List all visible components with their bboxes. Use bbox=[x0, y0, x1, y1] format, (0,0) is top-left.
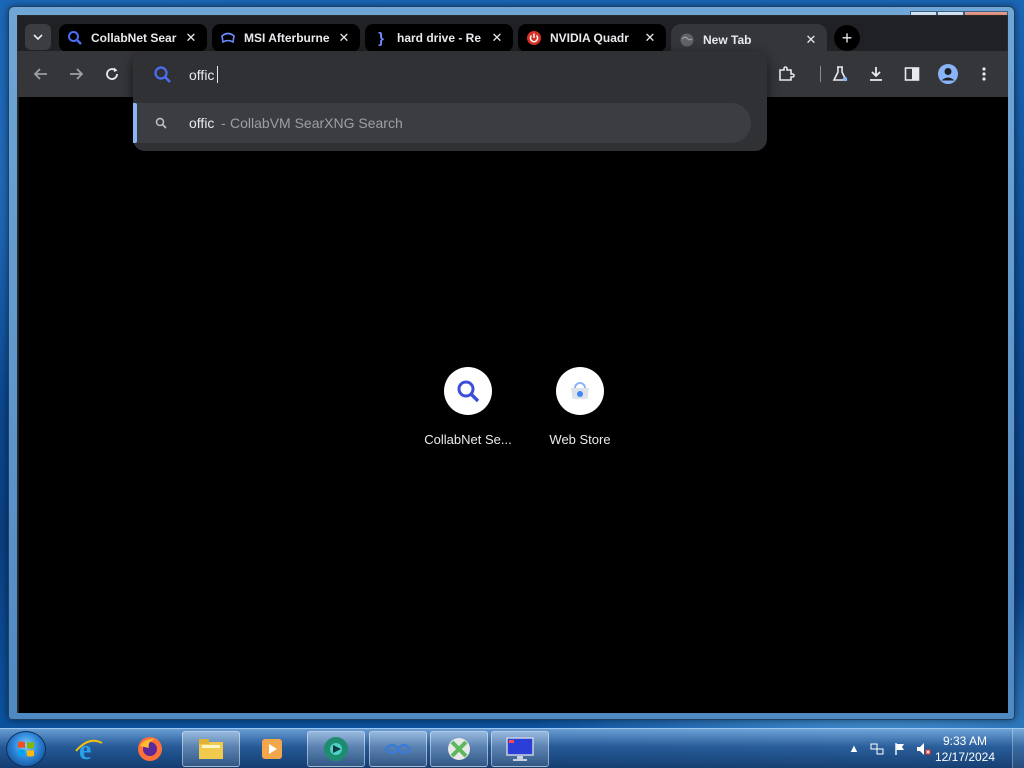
taskbar-teamviewer[interactable] bbox=[369, 731, 427, 767]
flask-icon bbox=[832, 66, 848, 82]
brace-icon: } bbox=[378, 29, 384, 47]
close-tab-icon[interactable]: ✕ bbox=[489, 30, 505, 46]
side-panel-icon bbox=[904, 67, 920, 81]
firefox-icon bbox=[138, 737, 162, 761]
clock-date: 12/17/2024 bbox=[934, 750, 996, 764]
xbox-icon bbox=[448, 738, 470, 760]
web-store-icon bbox=[571, 382, 589, 399]
tab-title: CollabNet Sear bbox=[91, 31, 177, 45]
suggestion-separator: - bbox=[221, 115, 226, 131]
close-tab-icon[interactable]: ✕ bbox=[803, 32, 819, 48]
shortcut-icon-tile bbox=[444, 367, 492, 415]
more-vert-icon bbox=[982, 67, 986, 81]
search-icon bbox=[155, 116, 167, 134]
shortcut-label: CollabNet Se... bbox=[424, 432, 512, 447]
toolbar-divider bbox=[820, 66, 821, 82]
avatar-icon bbox=[938, 64, 958, 84]
chevron-down-icon bbox=[33, 34, 43, 41]
reload-icon bbox=[106, 67, 118, 80]
tab-strip: CollabNet Sear ✕ MSI Afterburne ✕ } hard… bbox=[17, 15, 860, 56]
close-tab-icon[interactable]: ✕ bbox=[183, 30, 199, 46]
system-clock[interactable]: 9:33 AM 12/17/2024 bbox=[926, 733, 1004, 765]
tab-hard-drive[interactable]: } hard drive - Re ✕ bbox=[365, 24, 513, 52]
search-icon bbox=[67, 30, 83, 46]
clock-time: 9:33 AM bbox=[942, 734, 988, 748]
teamviewer-icon bbox=[384, 743, 412, 755]
tab-title: NVIDIA Quadr bbox=[550, 31, 629, 45]
tab-title: MSI Afterburne bbox=[244, 31, 330, 45]
taskbar-media-player[interactable] bbox=[243, 731, 301, 767]
tab-collabnet[interactable]: CollabNet Sear ✕ bbox=[59, 24, 207, 52]
forward-button[interactable] bbox=[64, 62, 88, 86]
suggestion-query: offic bbox=[189, 115, 215, 131]
action-center-flag-icon[interactable] bbox=[892, 741, 908, 757]
taskbar-chrome[interactable] bbox=[307, 731, 365, 767]
new-tab-button[interactable]: + bbox=[834, 25, 860, 51]
taskbar-file-explorer[interactable] bbox=[182, 731, 240, 767]
selection-indicator bbox=[133, 103, 137, 143]
extensions-button[interactable] bbox=[774, 62, 798, 86]
arrow-left-icon bbox=[33, 68, 47, 80]
start-button[interactable] bbox=[6, 731, 46, 767]
windows-logo-icon bbox=[18, 741, 34, 757]
show-hidden-icons-button[interactable]: ▲ bbox=[846, 741, 862, 757]
downloads-button[interactable] bbox=[864, 62, 888, 86]
globe-icon bbox=[679, 32, 695, 48]
search-icon bbox=[457, 380, 480, 403]
shortcut-icon-tile bbox=[556, 367, 604, 415]
shortcut-label: Web Store bbox=[549, 432, 611, 447]
power-icon bbox=[526, 30, 542, 46]
monitor-icon bbox=[506, 737, 534, 761]
network-icon[interactable] bbox=[869, 741, 885, 757]
plus-icon: + bbox=[841, 27, 853, 48]
side-panel-button[interactable] bbox=[900, 62, 924, 86]
profile-button[interactable] bbox=[936, 62, 960, 86]
show-desktop-button[interactable] bbox=[1012, 729, 1024, 768]
tab-title: hard drive - Re bbox=[397, 31, 482, 45]
new-tab-page: CollabNet Se... Web Store bbox=[19, 97, 1008, 713]
chrome-app-icon bbox=[324, 737, 348, 761]
taskbar: e ▲ 9:33 AM 12/17/2024 bbox=[0, 728, 1024, 768]
tab-title: New Tab bbox=[703, 33, 752, 47]
browser-window: — ☐ ✕ CollabNet Sear ✕ MSI Afterburne ✕ … bbox=[8, 6, 1015, 720]
tab-nvidia[interactable]: NVIDIA Quadr ✕ bbox=[518, 24, 666, 52]
taskbar-xbox[interactable] bbox=[430, 731, 488, 767]
file-explorer-icon bbox=[199, 739, 223, 759]
search-icon bbox=[153, 65, 173, 85]
shortcut-collabnet[interactable]: CollabNet Se... bbox=[412, 367, 524, 447]
omnibox-suggestion[interactable]: offic - CollabVM SearXNG Search bbox=[133, 103, 751, 143]
media-player-icon bbox=[262, 739, 282, 759]
svg-text:e: e bbox=[79, 735, 91, 764]
puzzle-icon bbox=[779, 66, 795, 81]
internet-explorer-icon: e bbox=[75, 735, 103, 764]
close-tab-icon[interactable]: ✕ bbox=[642, 30, 658, 46]
taskbar-monitor[interactable] bbox=[491, 731, 549, 767]
tab-msi-afterburner[interactable]: MSI Afterburne ✕ bbox=[212, 24, 360, 52]
menu-button[interactable] bbox=[972, 62, 996, 86]
taskbar-internet-explorer[interactable]: e bbox=[60, 731, 118, 767]
taskbar-firefox[interactable] bbox=[121, 731, 179, 767]
tab-search-button[interactable] bbox=[25, 24, 51, 50]
omnibox-dropdown: offic - CollabVM SearXNG Search bbox=[133, 51, 767, 151]
msi-icon bbox=[220, 30, 236, 46]
suggestion-description: CollabVM SearXNG Search bbox=[230, 115, 403, 131]
reload-button[interactable] bbox=[100, 62, 124, 86]
arrow-right-icon bbox=[70, 68, 84, 80]
labs-button[interactable] bbox=[828, 62, 852, 86]
back-button[interactable] bbox=[29, 62, 53, 86]
close-tab-icon[interactable]: ✕ bbox=[336, 30, 352, 46]
text-caret bbox=[217, 66, 218, 83]
shortcut-web-store[interactable]: Web Store bbox=[524, 367, 636, 447]
address-bar-input[interactable] bbox=[189, 63, 709, 87]
download-icon bbox=[870, 67, 882, 81]
